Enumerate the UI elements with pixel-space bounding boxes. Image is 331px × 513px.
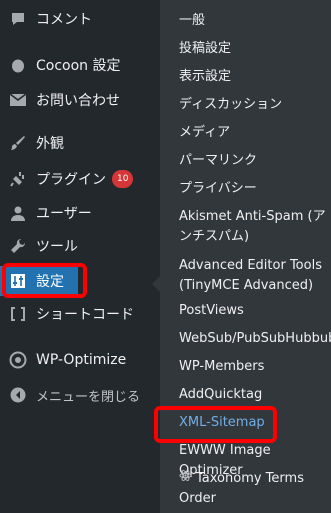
admin-sidebar: コメント Cocoon 設定 お問い合わせ 外観 プラグイン 10 ユーザー ツ… — [0, 0, 160, 513]
plugin-update-count-badge: 10 — [112, 170, 134, 188]
menu-label: 設定 — [36, 274, 64, 290]
submenu-item-media[interactable]: メディア — [179, 123, 327, 143]
submenu-item-general[interactable]: 一般 — [179, 11, 327, 31]
settings-icon — [8, 271, 28, 291]
menu-users[interactable]: ユーザー — [0, 198, 160, 228]
user-icon — [8, 203, 28, 223]
submenu-item-privacy[interactable]: プライバシー — [179, 179, 327, 199]
paintbrush-icon — [8, 133, 28, 153]
submenu-item-xml-sitemap[interactable]: XML-Sitemap — [179, 413, 327, 433]
submenu-item-wp-members[interactable]: WP-Members — [179, 357, 327, 377]
submenu-item-postviews[interactable]: PostViews — [179, 301, 327, 321]
submenu-item-taxonomy-terms-order[interactable]: Taxonomy Terms Order — [179, 469, 327, 509]
menu-label: プラグイン — [36, 172, 106, 188]
shortcode-icon — [8, 304, 28, 324]
atom-icon — [179, 469, 192, 489]
wrench-icon — [8, 236, 28, 256]
collapse-menu-button[interactable]: メニューを閉じる — [0, 380, 160, 410]
menu-label: お問い合わせ — [36, 93, 120, 109]
menu-settings[interactable]: 設定 — [0, 266, 78, 296]
wp-optimize-icon — [8, 350, 28, 370]
menu-wp-optimize[interactable]: WP-Optimize — [0, 345, 160, 375]
menu-contact[interactable]: お問い合わせ — [0, 85, 160, 115]
menu-label: 外観 — [36, 136, 64, 152]
submenu-label: Taxonomy Terms Order — [179, 471, 304, 506]
submenu-item-reading[interactable]: 表示設定 — [179, 67, 327, 87]
plugin-icon — [8, 169, 28, 189]
menu-label: メニューを閉じる — [36, 389, 141, 405]
flyout-pointer — [152, 276, 160, 292]
cocoon-icon — [8, 55, 28, 75]
menu-comments[interactable]: コメント — [0, 4, 160, 34]
comment-icon — [8, 9, 28, 29]
submenu-item-websub[interactable]: WebSub/PubSubHubbub — [179, 329, 331, 349]
submenu-item-discussion[interactable]: ディスカッション — [179, 95, 327, 115]
menu-plugins[interactable]: プラグイン 10 — [0, 164, 160, 194]
menu-cocoon-settings[interactable]: Cocoon 設定 — [0, 50, 160, 80]
submenu-item-akismet[interactable]: Akismet Anti-Spam (アンチスパム) — [179, 207, 327, 247]
menu-label: WP-Optimize — [36, 352, 127, 368]
submenu-item-permalinks[interactable]: パーマリンク — [179, 151, 327, 171]
menu-label: コメント — [36, 12, 92, 28]
submenu-item-writing[interactable]: 投稿設定 — [179, 39, 327, 59]
collapse-icon — [8, 385, 28, 405]
menu-shortcode[interactable]: ショートコード — [0, 299, 160, 329]
menu-label: ユーザー — [36, 206, 92, 222]
menu-tools[interactable]: ツール — [0, 231, 160, 261]
mail-icon — [8, 90, 28, 110]
submenu-item-advanced-editor-tools[interactable]: Advanced Editor Tools (TinyMCE Advanced) — [179, 256, 327, 296]
menu-appearance[interactable]: 外観 — [0, 128, 160, 158]
menu-label: ツール — [36, 239, 78, 255]
menu-label: ショートコード — [36, 307, 134, 323]
menu-label: Cocoon 設定 — [36, 58, 121, 74]
submenu-item-addquicktag[interactable]: AddQuicktag — [179, 385, 327, 405]
